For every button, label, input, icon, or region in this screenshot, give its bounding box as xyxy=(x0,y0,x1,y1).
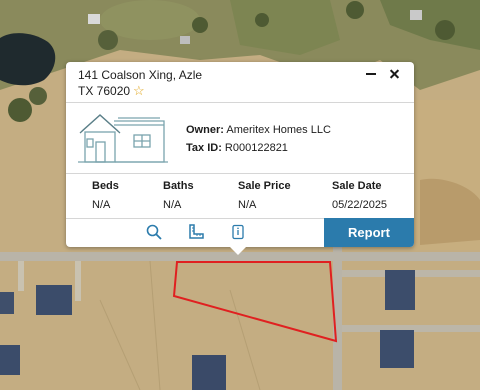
owner-label: Owner: xyxy=(186,124,224,136)
owner-row: Owner: Ameritex Homes LLC xyxy=(186,124,331,136)
stat-sale-price: Sale Price N/A xyxy=(238,180,291,211)
stat-value: N/A xyxy=(238,199,257,211)
report-button[interactable]: Report xyxy=(324,218,414,247)
owner-value: Ameritex Homes LLC xyxy=(226,124,331,136)
popup-pointer xyxy=(230,247,246,255)
stat-label: Beds xyxy=(92,180,119,192)
stat-label: Sale Price xyxy=(238,180,291,192)
tax-id-label: Tax ID: xyxy=(186,142,222,154)
minimize-icon[interactable] xyxy=(363,66,379,82)
popup-toolbar: Report xyxy=(66,218,414,247)
favorite-star-icon[interactable]: ☆ xyxy=(133,83,145,98)
close-icon[interactable] xyxy=(387,66,403,82)
property-stats: Beds N/A Baths N/A Sale Price N/A Sale D… xyxy=(66,174,414,219)
address-line-1: 141 Coalson Xing, Azle xyxy=(78,68,203,82)
property-popup: 141 Coalson Xing, Azle TX 76020 ☆ Owner:… xyxy=(66,62,414,255)
stat-value: 05/22/2025 xyxy=(332,199,388,211)
property-address: 141 Coalson Xing, Azle TX 76020 ☆ xyxy=(78,67,202,99)
owner-section: Owner: Ameritex Homes LLC Tax ID: R00012… xyxy=(66,103,414,174)
stat-label: Sale Date xyxy=(332,180,382,192)
stat-beds: Beds N/A xyxy=(92,180,119,211)
address-line-2: TX 76020 xyxy=(78,84,131,98)
stat-sale-date: Sale Date 05/22/2025 xyxy=(332,180,387,211)
search-icon[interactable] xyxy=(145,223,163,241)
satellite-map[interactable]: 141 Coalson Xing, Azle TX 76020 ☆ Owner:… xyxy=(0,0,480,390)
stat-baths: Baths N/A xyxy=(163,180,194,211)
tax-id-value: R000122821 xyxy=(224,142,288,154)
popup-header: 141 Coalson Xing, Azle TX 76020 ☆ xyxy=(66,62,414,103)
tax-id-row: Tax ID: R000122821 xyxy=(186,142,288,154)
info-document-icon[interactable] xyxy=(229,223,247,241)
stat-value: N/A xyxy=(163,199,182,211)
measure-icon[interactable] xyxy=(187,223,205,241)
stat-label: Baths xyxy=(163,180,194,192)
stat-value: N/A xyxy=(92,199,111,211)
house-illustration-icon xyxy=(78,114,168,163)
